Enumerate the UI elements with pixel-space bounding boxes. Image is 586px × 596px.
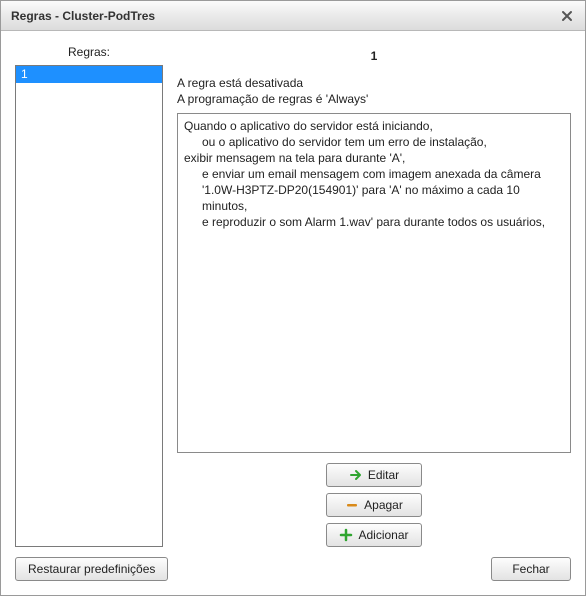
rules-list[interactable]: 1: [15, 65, 163, 547]
delete-button-label: Apagar: [364, 498, 403, 512]
edit-button[interactable]: Editar: [326, 463, 422, 487]
add-button[interactable]: Adicionar: [326, 523, 422, 547]
close-icon[interactable]: [557, 6, 577, 26]
dialog-footer: Restaurar predefinições Fechar: [15, 547, 571, 581]
rule-detail-column: 1 A regra está desativada A programação …: [177, 41, 571, 547]
rule-detail-box[interactable]: Quando o aplicativo do servidor está ini…: [177, 113, 571, 453]
rules-list-item[interactable]: 1: [16, 66, 162, 83]
dialog-content: Regras: 1 1 A regra está desativada A pr…: [1, 31, 585, 595]
rules-column: Regras: 1: [15, 41, 163, 547]
rules-list-label: Regras:: [15, 41, 163, 65]
rule-line: e reproduzir o som Alarm 1.wav' para dur…: [184, 214, 564, 230]
restore-defaults-label: Restaurar predefinições: [28, 562, 155, 576]
restore-defaults-button[interactable]: Restaurar predefinições: [15, 557, 168, 581]
rule-status: A regra está desativada A programação de…: [177, 75, 571, 113]
edit-button-label: Editar: [368, 468, 399, 482]
main-area: Regras: 1 1 A regra está desativada A pr…: [15, 41, 571, 547]
delete-button[interactable]: Apagar: [326, 493, 422, 517]
rules-dialog: Regras - Cluster-PodTres Regras: 1 1 A r…: [0, 0, 586, 596]
rule-action-buttons: Editar Apagar Adicionar: [177, 453, 571, 547]
plus-icon: [339, 528, 353, 542]
add-button-label: Adicionar: [358, 528, 408, 542]
rule-line: ou o aplicativo do servidor tem um erro …: [184, 134, 564, 150]
rule-line: exibir mensagem na tela para durante 'A'…: [184, 151, 405, 165]
rule-line: e enviar um email mensagem com imagem an…: [184, 166, 564, 214]
close-button[interactable]: Fechar: [491, 557, 571, 581]
rule-status-schedule: A programação de regras é 'Always': [177, 91, 571, 107]
rule-status-disabled: A regra está desativada: [177, 75, 571, 91]
close-button-label: Fechar: [512, 562, 549, 576]
rule-line: Quando o aplicativo do servidor está ini…: [184, 119, 433, 133]
window-title: Regras - Cluster-PodTres: [11, 9, 557, 23]
titlebar: Regras - Cluster-PodTres: [1, 1, 585, 31]
rule-heading: 1: [177, 41, 571, 75]
minus-icon: [345, 498, 359, 512]
arrow-right-icon: [349, 468, 363, 482]
